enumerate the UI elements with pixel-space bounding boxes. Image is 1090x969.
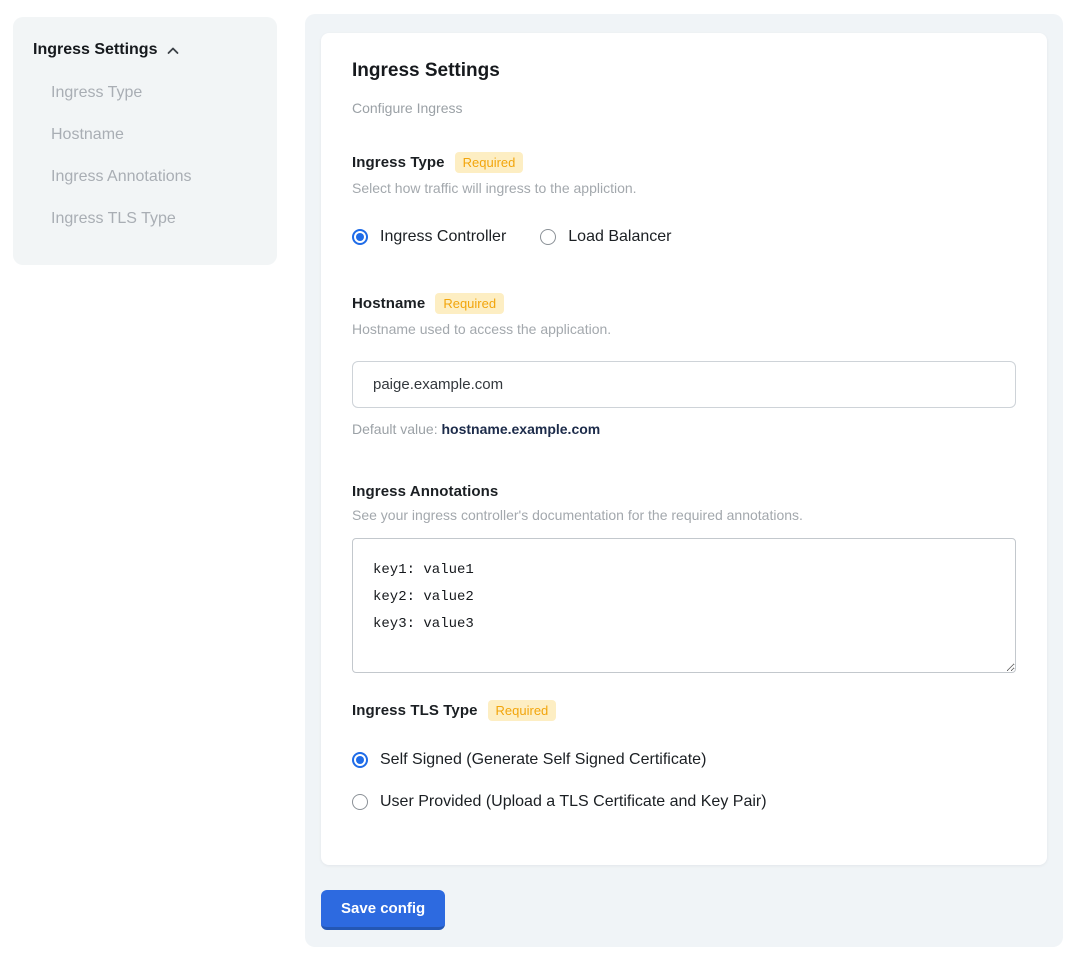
radio-option-load-balancer[interactable]: Load Balancer (540, 228, 671, 246)
page-title: Ingress Settings (352, 60, 1016, 82)
ingress-settings-card: Ingress Settings Configure Ingress Ingre… (321, 33, 1047, 865)
radio-option-label: User Provided (Upload a TLS Certificate … (380, 793, 767, 811)
sidebar-item-ingress-type[interactable]: Ingress Type (51, 83, 257, 102)
ingress-annotations-label: Ingress Annotations (352, 483, 498, 500)
radio-option-user-provided[interactable]: User Provided (Upload a TLS Certificate … (352, 793, 1016, 811)
default-value-label: Default value: (352, 421, 438, 437)
required-badge: Required (488, 700, 557, 721)
radio-selected-icon[interactable] (352, 752, 368, 768)
hostname-description: Hostname used to access the application. (352, 321, 1016, 337)
sidebar-group-label: Ingress Settings (33, 41, 157, 59)
page-subtitle: Configure Ingress (352, 100, 1016, 116)
settings-sidebar: Ingress Settings Ingress Type Hostname I… (13, 17, 277, 265)
required-badge: Required (455, 152, 524, 173)
sidebar-item-hostname[interactable]: Hostname (51, 125, 257, 144)
radio-option-label: Self Signed (Generate Self Signed Certif… (380, 751, 706, 769)
radio-selected-icon[interactable] (352, 229, 368, 245)
chevron-up-icon (165, 42, 181, 59)
required-badge: Required (435, 293, 504, 314)
radio-option-label: Ingress Controller (380, 228, 506, 246)
ingress-type-description: Select how traffic will ingress to the a… (352, 180, 1016, 196)
sidebar-group-ingress-settings[interactable]: Ingress Settings (33, 41, 257, 59)
ingress-settings-panel: Ingress Settings Configure Ingress Ingre… (305, 14, 1063, 947)
field-ingress-type: Ingress Type Required Select how traffic… (352, 152, 1016, 246)
ingress-type-radio-group: Ingress Controller Load Balancer (352, 228, 1016, 246)
radio-option-self-signed[interactable]: Self Signed (Generate Self Signed Certif… (352, 751, 1016, 769)
radio-option-label: Load Balancer (568, 228, 671, 246)
hostname-label: Hostname (352, 295, 425, 312)
ingress-tls-type-label: Ingress TLS Type (352, 702, 478, 719)
radio-unselected-icon[interactable] (352, 794, 368, 810)
hostname-input[interactable] (352, 361, 1016, 408)
sidebar-item-list: Ingress Type Hostname Ingress Annotation… (33, 83, 257, 228)
sidebar-item-ingress-tls-type[interactable]: Ingress TLS Type (51, 209, 257, 228)
save-config-button[interactable]: Save config (321, 890, 445, 930)
radio-unselected-icon[interactable] (540, 229, 556, 245)
ingress-annotations-description: See your ingress controller's documentat… (352, 507, 1016, 523)
ingress-tls-radio-group: Self Signed (Generate Self Signed Certif… (352, 721, 1016, 811)
field-hostname: Hostname Required Hostname used to acces… (352, 293, 1016, 437)
field-ingress-tls-type: Ingress TLS Type Required Self Signed (G… (352, 700, 1016, 811)
ingress-annotations-textarea[interactable]: key1: value1 key2: value2 key3: value3 (352, 538, 1016, 673)
ingress-type-label: Ingress Type (352, 154, 445, 171)
hostname-default-value: Default value: hostname.example.com (352, 421, 1016, 437)
default-value-text: hostname.example.com (442, 421, 601, 437)
field-ingress-annotations: Ingress Annotations See your ingress con… (352, 483, 1016, 678)
radio-option-ingress-controller[interactable]: Ingress Controller (352, 228, 506, 246)
sidebar-item-ingress-annotations[interactable]: Ingress Annotations (51, 167, 257, 186)
